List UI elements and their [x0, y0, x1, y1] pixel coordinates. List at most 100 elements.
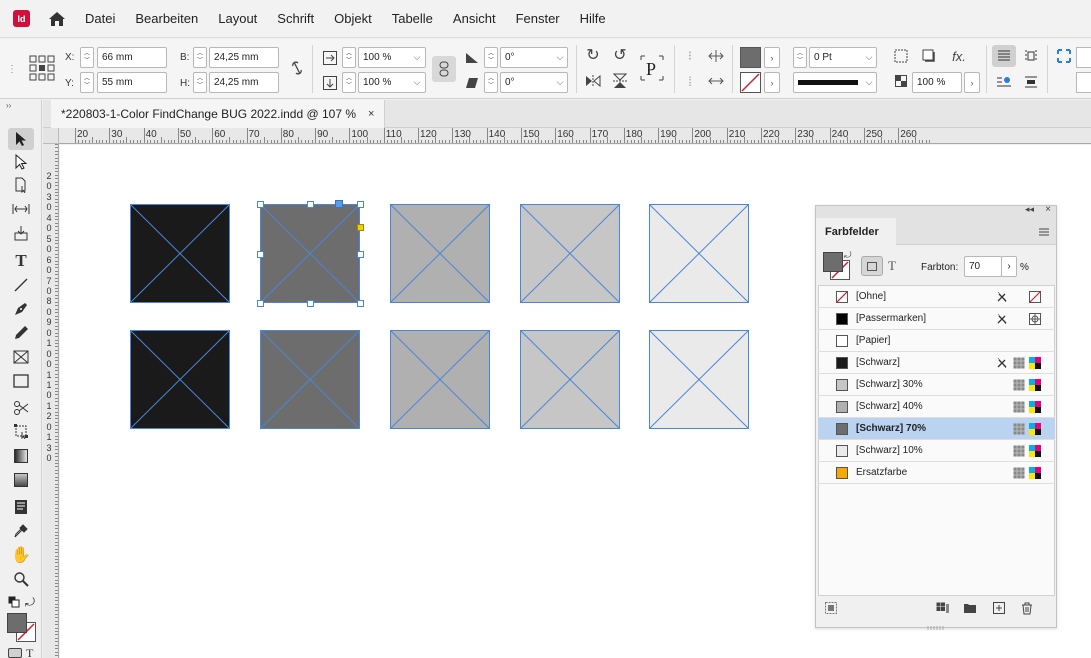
- zoom-tool-icon[interactable]: [8, 568, 34, 590]
- selection-handle[interactable]: [357, 201, 364, 208]
- hand-tool-icon[interactable]: ✋: [8, 544, 34, 566]
- ruler-origin[interactable]: [43, 128, 59, 144]
- menu-datei[interactable]: Datei: [85, 11, 115, 26]
- chevron-down-icon[interactable]: ⌵: [861, 72, 877, 93]
- tab-farbfelder[interactable]: Farbfelder: [816, 218, 896, 245]
- line-tool-icon[interactable]: [8, 274, 34, 296]
- paragraph-p-icon[interactable]: P: [638, 53, 666, 83]
- menu-fenster[interactable]: Fenster: [516, 11, 560, 26]
- shear-stepper[interactable]: ︿ ﹀: [484, 72, 498, 93]
- selection-handle[interactable]: [357, 300, 364, 307]
- tint-field[interactable]: 70: [964, 256, 1002, 277]
- graphic-frame[interactable]: [130, 204, 230, 303]
- gap-tool-icon[interactable]: [8, 198, 34, 220]
- swatch-row[interactable]: Ersatzfarbe: [818, 462, 1055, 484]
- live-corner-handle[interactable]: [357, 224, 364, 231]
- document-tab[interactable]: *220803-1-Color FindChange BUG 2022.indd…: [51, 100, 386, 128]
- x-field[interactable]: 66 mm: [97, 47, 167, 68]
- selection-handle[interactable]: [257, 300, 264, 307]
- selection-tool-icon[interactable]: [8, 128, 34, 150]
- reference-point-icon[interactable]: [28, 53, 56, 83]
- fill-swatch[interactable]: [7, 613, 27, 633]
- opacity-field[interactable]: 100 %: [912, 72, 962, 93]
- swatch-row[interactable]: [Schwarz] 40%: [818, 396, 1055, 418]
- menu-tabelle[interactable]: Tabelle: [392, 11, 433, 26]
- width-stepper[interactable]: ︿ ﹀: [193, 47, 207, 68]
- gradient-swatch-tool-icon[interactable]: [8, 445, 34, 467]
- y-field[interactable]: 55 mm: [97, 72, 167, 93]
- height-field[interactable]: 24,25 mm: [209, 72, 279, 93]
- close-icon[interactable]: ×: [1045, 204, 1051, 215]
- new-swatch-icon[interactable]: [992, 601, 1006, 615]
- graphic-frame[interactable]: [649, 330, 749, 429]
- note-tool-icon[interactable]: [8, 496, 34, 518]
- selection-handle[interactable]: [357, 250, 364, 258]
- new-color-group-icon[interactable]: [963, 601, 977, 615]
- swatch-row[interactable]: [Schwarz] 70%: [818, 418, 1055, 440]
- menu-objekt[interactable]: Objekt: [334, 11, 372, 26]
- chevron-down-icon[interactable]: ⌵: [552, 72, 568, 93]
- chevron-right-icon[interactable]: ›: [764, 47, 780, 68]
- pencil-tool-icon[interactable]: [8, 322, 34, 344]
- scale-x-stepper[interactable]: ︿ ﹀: [342, 47, 356, 68]
- menu-layout[interactable]: Layout: [218, 11, 257, 26]
- pen-tool-icon[interactable]: [8, 298, 34, 320]
- resize-grip-icon[interactable]: [926, 620, 946, 630]
- direct-selection-tool-icon[interactable]: [8, 151, 34, 173]
- graphic-frame[interactable]: [520, 330, 620, 429]
- chevron-right-icon[interactable]: ›: [764, 72, 780, 93]
- formatting-container-icon[interactable]: [8, 648, 22, 658]
- chevron-down-icon[interactable]: ⌵: [552, 47, 568, 68]
- swatch-row[interactable]: [Schwarz] 10%: [818, 440, 1055, 462]
- swatch-row[interactable]: [Schwarz]: [818, 352, 1055, 374]
- graphic-frame[interactable]: [520, 204, 620, 303]
- link-scale-icon[interactable]: [432, 56, 456, 82]
- swatch-row[interactable]: [Schwarz] 30%: [818, 374, 1055, 396]
- gripper-icon[interactable]: ⋮: [7, 59, 17, 79]
- stroke-none-swatch[interactable]: [740, 72, 761, 93]
- text-wrap-none-icon[interactable]: [992, 45, 1016, 67]
- text-wrap-bounding-icon[interactable]: [1020, 45, 1042, 67]
- rotate-counterclockwise-icon[interactable]: ↺: [610, 45, 630, 65]
- selection-handle[interactable]: [307, 201, 314, 208]
- content-collector-tool-icon[interactable]: [8, 222, 34, 244]
- space-icon[interactable]: [706, 72, 726, 90]
- text-wrap-shape-icon[interactable]: [992, 71, 1016, 93]
- chevron-down-icon[interactable]: ⌵: [861, 47, 877, 68]
- horizontal-ruler[interactable]: 20 30 40 50 60 70 80 90 100 110 120 130 140 150 160 170…: [59, 128, 1091, 144]
- graphic-frame[interactable]: [130, 330, 230, 429]
- close-icon[interactable]: ×: [368, 108, 374, 120]
- graphic-frame[interactable]: [260, 330, 360, 429]
- chevron-right-icon[interactable]: ›: [964, 72, 980, 93]
- auto-fit-icon[interactable]: [1054, 47, 1074, 65]
- distribute-horizontal-icon[interactable]: [706, 47, 726, 65]
- overflow-field[interactable]: [1076, 47, 1091, 68]
- rotate-stepper[interactable]: ︿ ﹀: [484, 47, 498, 68]
- menu-ansicht[interactable]: Ansicht: [453, 11, 496, 26]
- rectangle-tool-icon[interactable]: [8, 370, 34, 392]
- rectangle-frame-tool-icon[interactable]: [8, 346, 34, 368]
- frame-fitting-icon[interactable]: [892, 47, 910, 65]
- width-field[interactable]: 24,25 mm: [209, 47, 279, 68]
- frame-reference-handle[interactable]: [335, 200, 343, 208]
- height-stepper[interactable]: ︿ ﹀: [193, 72, 207, 93]
- chevron-down-icon[interactable]: ⌵: [409, 47, 425, 68]
- collapse-panel-icon[interactable]: ››: [6, 101, 11, 110]
- overflow-field[interactable]: [1076, 72, 1091, 93]
- selection-handle[interactable]: [307, 300, 314, 307]
- show-swatch-kinds-icon[interactable]: [824, 601, 838, 615]
- distribute-vertical-icon[interactable]: ⁝: [681, 47, 699, 65]
- default-colors-icon[interactable]: [8, 596, 20, 608]
- formatting-text-icon[interactable]: T: [888, 258, 896, 274]
- panel-fill-swatch[interactable]: [823, 252, 843, 272]
- collapse-icon[interactable]: ◂◂: [1025, 204, 1034, 215]
- scale-y-stepper[interactable]: ︿ ﹀: [342, 72, 356, 93]
- delete-swatch-icon[interactable]: [1020, 601, 1034, 615]
- chevron-right-icon[interactable]: ›: [1001, 256, 1017, 277]
- chevron-down-icon[interactable]: ⌵: [409, 72, 425, 93]
- swap-colors-icon[interactable]: ⤾: [844, 250, 852, 261]
- drop-shadow-icon[interactable]: [920, 47, 938, 65]
- scissors-tool-icon[interactable]: [8, 397, 34, 419]
- x-stepper[interactable]: ︿ ﹀: [80, 47, 94, 68]
- swap-colors-icon[interactable]: ⤾: [25, 595, 35, 610]
